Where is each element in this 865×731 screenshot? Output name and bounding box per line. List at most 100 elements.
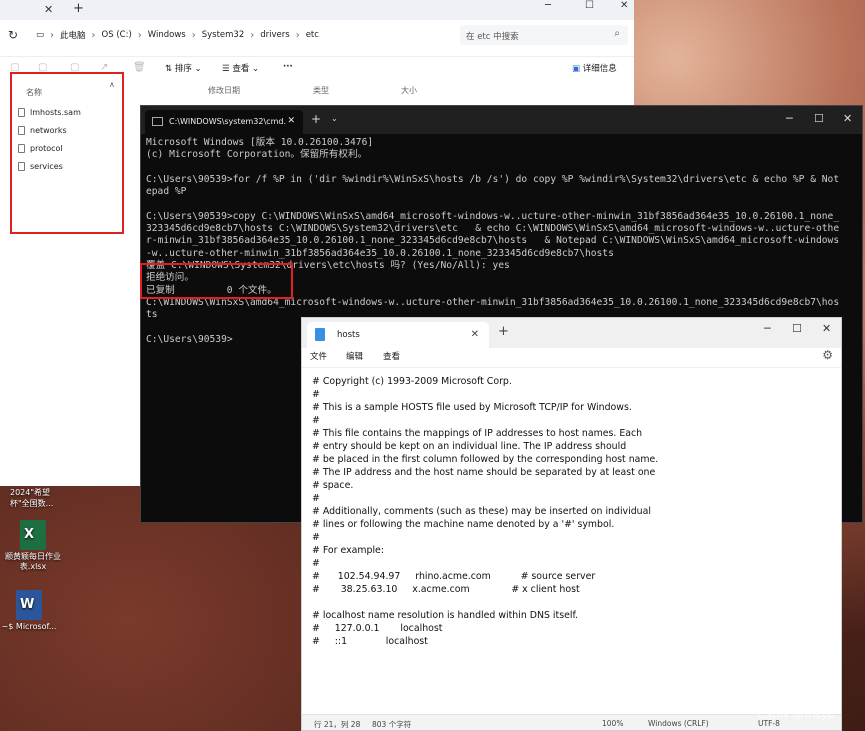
menu-file[interactable]: 文件 [310, 350, 327, 362]
sort-caret-icon: ∧ [109, 80, 115, 89]
cmd-line: C:\Users\90539>copy C:\WINDOWS\WinSxS\am… [146, 210, 840, 222]
cursor-position: 行 21，列 28 [314, 720, 361, 729]
file-icon [18, 162, 25, 171]
column-name[interactable]: 名称 [26, 87, 42, 98]
desktop-icon-excel[interactable]: X 颛黄颖每日作业表.xlsx [4, 520, 62, 572]
column-date[interactable]: 修改日期 [208, 85, 240, 96]
cmd-line: r-minwin_31bf3856ad364e35_10.0.26100.1_n… [146, 235, 840, 247]
desktop-icon-label: 颛黄颖每日作业表.xlsx [5, 552, 61, 571]
sort-label: 排序 [174, 64, 192, 74]
minimize-icon[interactable]: ─ [764, 322, 771, 335]
close-window-icon[interactable]: ✕ [822, 322, 831, 335]
chevron-right-icon: › [295, 29, 300, 41]
cmd-tab-title: C:\WINDOWS\system32\cmd. [169, 117, 286, 126]
file-item[interactable]: protocol [18, 144, 63, 153]
menu-edit[interactable]: 编辑 [346, 350, 363, 362]
cmd-line [146, 198, 857, 210]
file-name: protocol [30, 144, 63, 153]
maximize-icon[interactable]: ☐ [585, 0, 594, 11]
refresh-icon[interactable]: ↻ [8, 28, 18, 42]
new-tab-icon[interactable]: + [73, 1, 84, 16]
breadcrumb-item[interactable]: OS (C:) [102, 30, 132, 40]
cmd-tab[interactable]: C:\WINDOWS\system32\cmd. ✕ [145, 110, 303, 134]
new-tab-icon[interactable]: + [311, 112, 321, 126]
view-button[interactable]: ☰ 查看 ⌄ [222, 62, 259, 74]
cmd-line: C:\Users\90539>for /f %P in ('dir %windi… [146, 173, 840, 185]
file-icon [18, 144, 25, 153]
notepad-text-area[interactable]: # Copyright (c) 1993-2009 Microsoft Corp… [312, 375, 658, 648]
notepad-icon [315, 328, 325, 341]
chevron-right-icon: › [91, 29, 96, 41]
search-icon: ⌕ [614, 28, 620, 39]
excel-file-icon: X [20, 520, 46, 550]
file-item[interactable]: lmhosts.sam [18, 108, 81, 117]
file-name: lmhosts.sam [30, 108, 81, 117]
file-icon [18, 108, 25, 117]
desktop-item-label: 2024"希望杯"全国数... [10, 488, 54, 508]
terminal-icon [152, 117, 163, 126]
details-pane-button[interactable]: ▣ 详细信息 [572, 62, 617, 74]
chevron-right-icon: › [191, 29, 196, 41]
desktop-icon-label: ~$ Microsof... [1, 622, 57, 631]
view-label: 查看 [232, 64, 250, 74]
cmd-line: Microsoft Windows [版本 10.0.26100.3476] [146, 137, 374, 148]
notepad-tab[interactable]: hosts ✕ [307, 322, 489, 348]
cmd-line [146, 162, 857, 174]
char-count: 803 个字符 [372, 720, 412, 729]
cmd-title-bar: C:\WINDOWS\system32\cmd. ✕ + ⌄ ─ ☐ ✕ [141, 106, 862, 134]
zoom-level: 100% [602, 719, 624, 728]
computer-icon: ▭ [36, 30, 45, 40]
close-tab-icon[interactable]: ✕ [287, 116, 295, 126]
breadcrumb-item[interactable]: System32 [202, 30, 245, 40]
file-item[interactable]: services [18, 162, 63, 171]
watermark: CSDN @Trisyp [757, 708, 835, 721]
desktop-icon-word[interactable]: W ~$ Microsof... [0, 590, 58, 632]
delete-icon[interactable]: 🗑 [133, 62, 146, 73]
close-window-icon[interactable]: ✕ [620, 0, 628, 11]
close-tab-icon[interactable]: ✕ [44, 3, 53, 16]
sort-button[interactable]: ⇅ 排序 ⌄ [165, 62, 202, 74]
notepad-window: hosts ✕ + ─ ☐ ✕ 文件 编辑 查看 ⚙ # Copyright (… [301, 317, 842, 731]
breadcrumb-item[interactable]: Windows [148, 30, 186, 40]
breadcrumb-item[interactable]: etc [306, 30, 319, 40]
breadcrumb[interactable]: ▭ › 此电脑 › OS (C:) › Windows › System32 ›… [30, 25, 452, 45]
minimize-icon[interactable]: ─ [545, 0, 551, 11]
menu-view[interactable]: 查看 [383, 350, 400, 362]
file-name: services [30, 162, 63, 171]
file-list-highlight: ∧ 名称 lmhosts.sam networks protocol servi… [10, 72, 124, 234]
notepad-title-bar: hosts ✕ + ─ ☐ ✕ [302, 318, 841, 348]
notepad-menu-bar: 文件 编辑 查看 ⚙ [302, 348, 841, 368]
address-row: ↻ ▭ › 此电脑 › OS (C:) › Windows › System32… [0, 20, 634, 50]
chevron-down-icon[interactable]: ⌄ [331, 114, 338, 123]
details-label: 详细信息 [582, 64, 617, 74]
breadcrumb-item[interactable]: drivers [260, 30, 289, 40]
maximize-icon[interactable]: ☐ [792, 322, 802, 335]
word-file-icon: W [16, 590, 42, 620]
file-item[interactable]: networks [18, 126, 67, 135]
minimize-icon[interactable]: ─ [786, 112, 793, 125]
close-window-icon[interactable]: ✕ [843, 112, 852, 125]
file-icon [18, 126, 25, 135]
column-size[interactable]: 大小 [401, 85, 417, 96]
line-ending: Windows (CRLF) [648, 719, 709, 728]
notepad-tab-title: hosts [337, 330, 360, 340]
column-type[interactable]: 类型 [313, 85, 329, 96]
details-icon: ▣ [572, 64, 581, 74]
file-name: networks [30, 126, 67, 135]
cmd-line: epad %P [146, 186, 187, 198]
error-highlight-box [140, 263, 293, 299]
chevron-right-icon: › [50, 29, 55, 41]
cmd-line: 323345d6cd9e8cb7\hosts C:\WINDOWS\System… [146, 223, 840, 235]
maximize-icon[interactable]: ☐ [814, 112, 824, 125]
cmd-line: (c) Microsoft Corporation。保留所有权利。 [146, 149, 368, 161]
chevron-right-icon: › [137, 29, 142, 41]
gear-icon[interactable]: ⚙ [822, 348, 833, 362]
cmd-line: -w..ucture-other-minwin_31bf3856ad364e35… [146, 247, 614, 259]
close-tab-icon[interactable]: ✕ [471, 329, 479, 340]
explorer-tab-bar: ✕ + ─ ☐ ✕ [0, 0, 634, 20]
search-input[interactable]: 在 etc 中搜索 ⌕ [460, 25, 628, 45]
breadcrumb-item[interactable]: 此电脑 [60, 29, 86, 41]
more-options-button[interactable]: ··· [283, 62, 293, 72]
new-tab-icon[interactable]: + [498, 324, 509, 339]
search-placeholder: 在 etc 中搜索 [466, 32, 519, 42]
